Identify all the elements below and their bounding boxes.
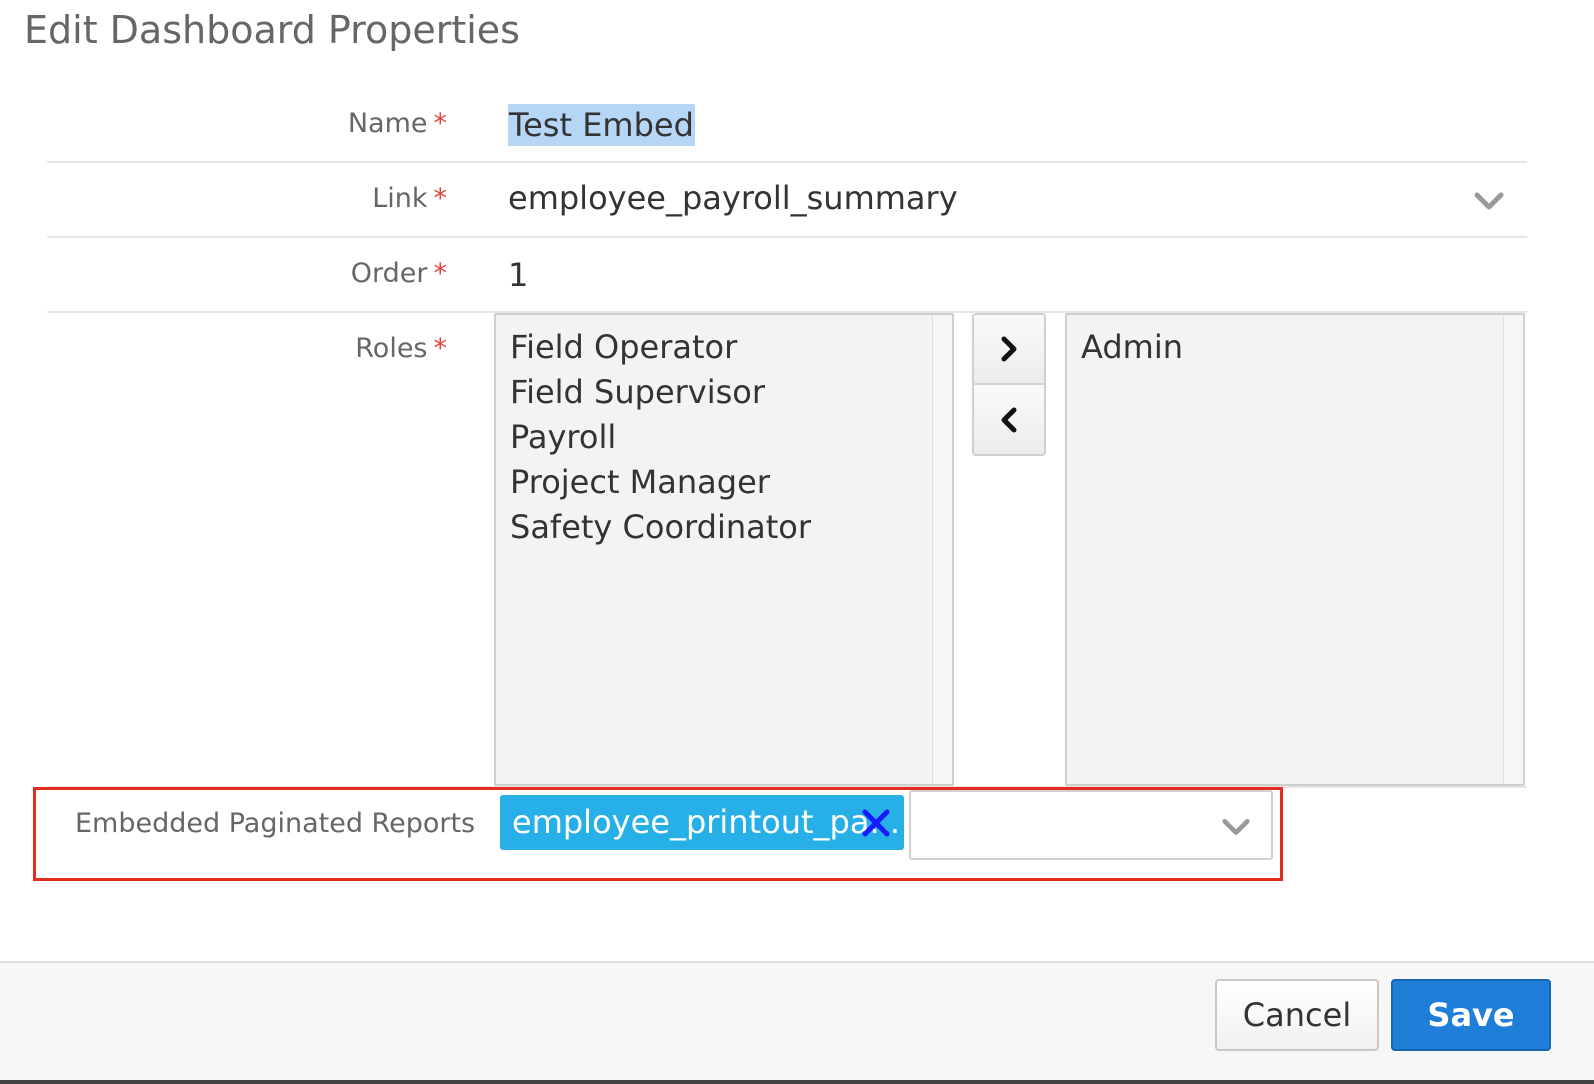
list-item[interactable]: Field Supervisor bbox=[496, 370, 952, 415]
list-item[interactable]: Admin bbox=[1067, 325, 1523, 370]
report-tag: employee_printout_pa... bbox=[500, 795, 904, 850]
move-buttons bbox=[972, 313, 1046, 456]
order-row: Order * 1 bbox=[47, 238, 1527, 313]
required-mark: * bbox=[433, 183, 448, 214]
list-item[interactable]: Project Manager bbox=[496, 460, 952, 505]
dialog-footer: Cancel Save bbox=[0, 961, 1594, 1084]
name-input[interactable]: Test Embed bbox=[508, 104, 695, 146]
order-input[interactable]: 1 bbox=[508, 256, 528, 294]
list-item[interactable]: Payroll bbox=[496, 415, 952, 460]
scrollbar[interactable] bbox=[1503, 315, 1523, 784]
report-tag-label: employee_printout_pa... bbox=[512, 803, 900, 841]
chevron-down-icon[interactable] bbox=[1473, 185, 1505, 217]
required-mark: * bbox=[433, 333, 448, 364]
list-item[interactable]: Safety Coordinator bbox=[496, 505, 952, 550]
list-item[interactable]: Field Operator bbox=[496, 325, 952, 370]
link-label: Link * bbox=[372, 183, 447, 214]
move-right-button[interactable] bbox=[974, 315, 1044, 385]
embedded-reports-label: Embedded Paginated Reports bbox=[75, 808, 476, 839]
embedded-reports-select[interactable] bbox=[909, 790, 1273, 860]
dialog-title: Edit Dashboard Properties bbox=[24, 8, 520, 52]
required-mark: * bbox=[433, 108, 448, 139]
chevron-left-icon bbox=[1001, 407, 1017, 433]
order-label: Order * bbox=[350, 258, 448, 289]
chevron-right-icon bbox=[1001, 336, 1017, 362]
cancel-button[interactable]: Cancel bbox=[1215, 979, 1379, 1051]
save-button[interactable]: Save bbox=[1391, 979, 1551, 1051]
chevron-down-icon[interactable] bbox=[1221, 812, 1251, 842]
required-mark: * bbox=[433, 258, 448, 289]
available-roles-list[interactable]: Field Operator Field Supervisor Payroll … bbox=[494, 313, 954, 786]
scrollbar[interactable] bbox=[932, 315, 952, 784]
link-row[interactable]: Link * employee_payroll_summary bbox=[47, 163, 1527, 238]
name-row: Name * Test Embed bbox=[47, 100, 1527, 163]
selected-roles-list[interactable]: Admin bbox=[1065, 313, 1525, 786]
roles-label: Roles * bbox=[355, 333, 447, 364]
footer-edge bbox=[0, 1080, 1594, 1084]
close-icon[interactable] bbox=[860, 807, 892, 839]
name-label: Name * bbox=[347, 108, 448, 139]
link-select-value[interactable]: employee_payroll_summary bbox=[508, 179, 958, 217]
move-left-button[interactable] bbox=[974, 385, 1044, 454]
